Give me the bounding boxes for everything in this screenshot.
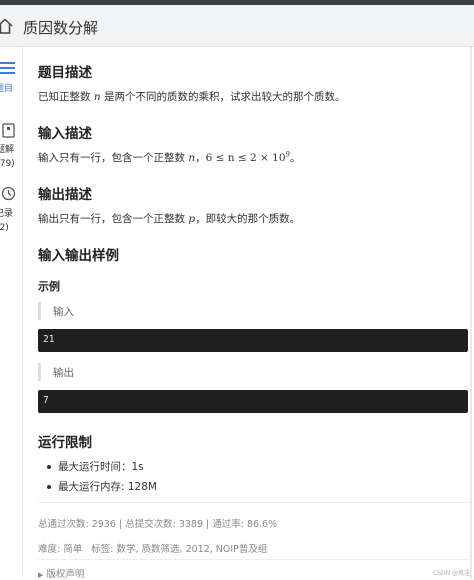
sidebar-item-count: 479) xyxy=(0,159,15,169)
difficulty: 难度: 简单 xyxy=(38,544,83,555)
sample-output-code[interactable]: 7 xyxy=(38,390,468,413)
divider xyxy=(22,47,23,579)
sidebar-item-records[interactable]: 记录 (2) xyxy=(0,186,18,233)
page-title: 质因数分解 xyxy=(23,19,99,37)
output-description-text: 输出只有一行，包含一个正整数 p，即较大的那个质数。 xyxy=(38,213,301,225)
section-title-output: 输出描述 xyxy=(38,187,92,203)
section-title-input: 输入描述 xyxy=(38,126,92,142)
sample-input-code[interactable]: 21 xyxy=(38,329,468,352)
sidebar-item-label: 记录 xyxy=(0,209,14,219)
limits-list: 最大运行时间：1s 最大运行内存: 128M xyxy=(38,457,157,497)
problem-tags: 难度: 简单 标签: 数学, 质数筛选, 2012, NOIP普及组 xyxy=(38,541,267,555)
sidebar-item-count: (2) xyxy=(0,223,9,233)
tag-list[interactable]: 标签: 数学, 质数筛选, 2012, NOIP普及组 xyxy=(91,544,267,555)
sidebar-item-label: 题解 xyxy=(0,145,15,155)
divider xyxy=(38,502,468,503)
description-text: 已知正整数 n 是两个不同的质数的乘积，试求出较大的那个质数。 xyxy=(38,91,346,103)
section-title-samples: 输入输出样例 xyxy=(38,248,119,264)
sidebar-item-problem[interactable]: 题目 xyxy=(0,61,18,94)
solution-icon xyxy=(2,123,15,138)
list-item: 最大运行内存: 128M xyxy=(38,477,157,497)
sidebar-item-label: 题目 xyxy=(0,84,14,94)
section-title-description: 题目描述 xyxy=(38,65,92,81)
header: 质因数分解 xyxy=(0,5,474,47)
scrollbar[interactable] xyxy=(470,47,472,579)
history-icon xyxy=(1,186,15,201)
submission-stats: 总通过次数: 2936 | 总提交次数: 3389 | 通过率: 86.6% xyxy=(38,519,278,530)
home-icon[interactable] xyxy=(0,17,14,35)
list-icon xyxy=(0,62,15,74)
section-title-limits: 运行限制 xyxy=(38,435,92,451)
divider xyxy=(38,559,468,560)
caret-right-icon: ▶ xyxy=(38,571,44,579)
sidebar-item-solutions[interactable]: 题解 479) xyxy=(0,123,18,169)
copyright-toggle[interactable]: ▶ 版权声明 xyxy=(38,566,84,580)
sidebar: 题目 题解 479) 记录 (2) xyxy=(0,47,18,579)
sample-input-label: 输入 xyxy=(38,302,471,320)
example-title: 示例 xyxy=(38,280,60,293)
sample-output-label: 输出 xyxy=(38,363,471,381)
input-description-text: 输入只有一行，包含一个正整数 n，6 ≤ n ≤ 2 × 109。 xyxy=(38,150,301,165)
watermark: CSDN @风洼 xyxy=(433,570,471,577)
list-item: 最大运行时间：1s xyxy=(38,457,157,477)
